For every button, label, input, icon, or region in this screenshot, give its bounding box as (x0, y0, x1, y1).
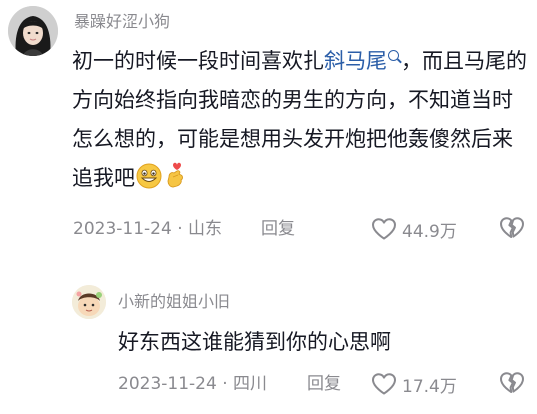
avatar[interactable] (72, 285, 106, 319)
avatar-image (8, 6, 58, 56)
comment-location: 四川 (233, 374, 268, 394)
search-link[interactable]: 斜马尾 (324, 49, 387, 73)
grin-emoji (136, 163, 162, 202)
comment-text: 初一的时候一段时间喜欢扎斜马尾 ，而且马尾的方向始终指向我暗恋的男生的方向，不知道… (72, 42, 530, 202)
comment-meta: 2023-11-24 · 山东 (73, 218, 222, 240)
reply-button[interactable]: 回复 (261, 218, 295, 240)
heart-icon[interactable] (371, 217, 397, 241)
search-icon[interactable] (388, 50, 399, 61)
comment-text-part: 初一的时候一段时间喜欢扎 (72, 49, 324, 73)
avatar-image (72, 285, 106, 319)
comment-meta: 2023-11-24 · 四川 (118, 373, 267, 395)
reply-button[interactable]: 回复 (307, 373, 341, 395)
like-button[interactable]: 44.9万 (371, 216, 457, 242)
dislike-button[interactable] (499, 216, 525, 244)
meta-separator: · (222, 374, 228, 394)
like-count: 44.9万 (402, 221, 457, 242)
finger-heart-emoji (163, 161, 187, 202)
heart-icon[interactable] (371, 372, 397, 396)
broken-heart-icon[interactable] (499, 216, 525, 240)
avatar[interactable] (8, 6, 58, 56)
dislike-button[interactable] (499, 371, 525, 399)
broken-heart-icon[interactable] (499, 371, 525, 395)
comment-username[interactable]: 小新的姐姐小旧 (118, 292, 230, 312)
like-button[interactable]: 17.4万 (371, 371, 457, 397)
like-count: 17.4万 (402, 376, 457, 397)
comment-text: 好东西这谁能猜到你的心思啊 (118, 330, 391, 354)
comment-date: 2023-11-24 (73, 219, 172, 239)
comment-date: 2023-11-24 (118, 374, 217, 394)
comment-location: 山东 (188, 219, 223, 239)
meta-separator: · (177, 219, 183, 239)
comment-username[interactable]: 暴躁好涩小狗 (74, 12, 170, 32)
